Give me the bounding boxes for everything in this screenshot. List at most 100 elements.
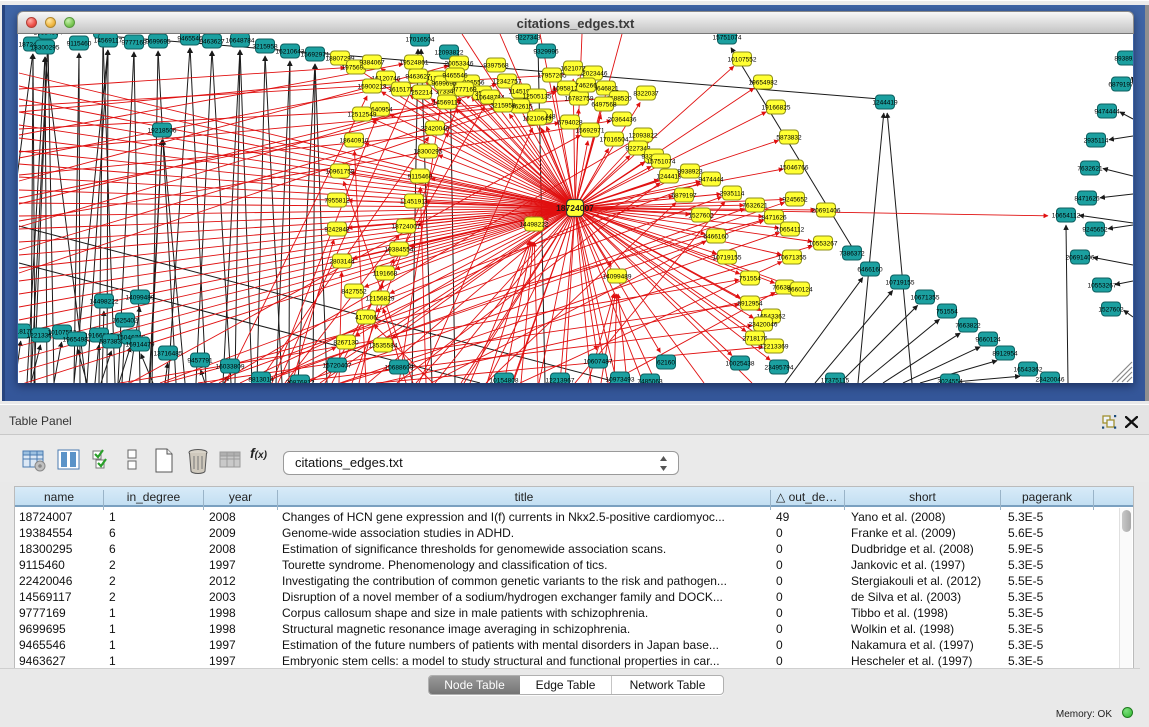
svg-text:6497568: 6497568: [591, 102, 617, 109]
svg-text:9777169: 9777169: [451, 87, 477, 94]
svg-text:20691406: 20691406: [1066, 255, 1095, 262]
svg-text:10671355: 10671355: [778, 255, 807, 262]
svg-text:17016504: 17016504: [406, 37, 435, 44]
svg-text:9474444: 9474444: [1094, 109, 1120, 116]
svg-text:10973493: 10973493: [606, 377, 635, 384]
svg-text:23420046: 23420046: [749, 322, 778, 329]
svg-text:5873832: 5873832: [776, 135, 802, 142]
svg-text:7663822: 7663822: [955, 323, 981, 330]
svg-text:12093822: 12093822: [629, 133, 658, 140]
svg-text:62160: 62160: [657, 360, 675, 367]
svg-text:14569117: 14569117: [433, 100, 462, 107]
svg-text:9227343: 9227343: [515, 35, 541, 42]
svg-text:18300295: 18300295: [31, 45, 60, 52]
svg-text:7955812: 7955812: [324, 198, 350, 205]
svg-text:9242848: 9242848: [324, 227, 350, 234]
svg-text:20364436: 20364436: [608, 117, 637, 124]
svg-text:18724007: 18724007: [556, 203, 594, 213]
svg-text:8813014: 8813014: [248, 377, 274, 384]
svg-text:3215958: 3215958: [490, 103, 516, 110]
svg-text:18724007: 18724007: [392, 224, 421, 231]
svg-text:16210643: 16210643: [523, 116, 552, 123]
svg-text:6794028: 6794028: [557, 120, 583, 127]
svg-text:14099489: 14099489: [603, 274, 632, 281]
svg-text:751554: 751554: [936, 309, 958, 316]
svg-text:19384554: 19384554: [385, 247, 414, 254]
svg-text:7632621: 7632621: [1077, 166, 1103, 173]
svg-text:8938923: 8938923: [1114, 56, 1133, 63]
svg-text:13535584: 13535584: [369, 343, 398, 350]
svg-text:16914479: 16914479: [126, 342, 155, 349]
svg-text:12213369: 12213369: [760, 344, 789, 351]
svg-text:9115460: 9115460: [67, 41, 92, 48]
svg-text:15751074: 15751074: [713, 35, 742, 42]
svg-text:19654982: 19654982: [749, 80, 778, 87]
svg-text:23420046: 23420046: [1036, 377, 1065, 384]
svg-text:2935114: 2935114: [1084, 138, 1109, 145]
svg-text:12156829: 12156829: [366, 296, 395, 303]
svg-text:7625402: 7625402: [112, 318, 138, 325]
svg-text:6879197: 6879197: [671, 193, 697, 200]
svg-text:18300295: 18300295: [414, 149, 443, 156]
svg-text:1244419: 1244419: [872, 100, 898, 107]
svg-text:751554: 751554: [739, 276, 761, 283]
svg-text:10688609: 10688609: [385, 365, 414, 372]
svg-text:10553267: 10553267: [809, 241, 838, 248]
svg-text:10025438: 10025438: [726, 361, 755, 368]
svg-text:3024554: 3024554: [937, 379, 963, 384]
svg-text:13716485: 13716485: [154, 351, 183, 358]
svg-text:10154808: 10154808: [490, 378, 519, 384]
svg-text:417006: 417006: [355, 315, 377, 322]
svg-text:15900213: 15900213: [358, 84, 387, 91]
svg-text:9245652: 9245652: [782, 197, 808, 204]
svg-text:9660124: 9660124: [975, 337, 1001, 344]
svg-text:9245652: 9245652: [1082, 227, 1108, 234]
svg-text:10648784: 10648784: [226, 38, 255, 45]
svg-text:9777169: 9777169: [121, 40, 147, 47]
svg-text:252214: 252214: [411, 90, 433, 97]
svg-text:10107552: 10107552: [728, 57, 757, 64]
svg-text:9463627: 9463627: [405, 74, 431, 81]
svg-text:14498222: 14498222: [90, 299, 119, 306]
svg-text:10719155: 10719155: [886, 280, 915, 287]
svg-text:19384554: 19384554: [34, 34, 63, 37]
svg-text:8471626: 8471626: [1074, 196, 1100, 203]
svg-text:8912954: 8912954: [737, 301, 763, 308]
svg-text:19218506: 19218506: [148, 128, 177, 135]
svg-text:9463627: 9463627: [199, 39, 225, 46]
svg-text:14498222: 14498222: [520, 222, 549, 229]
svg-text:10553267: 10553267: [1088, 283, 1117, 290]
svg-text:9457791: 9457791: [187, 358, 213, 365]
svg-text:22420046: 22420046: [421, 126, 450, 133]
svg-text:1527602: 1527602: [1098, 307, 1124, 314]
svg-text:19166825: 19166825: [762, 105, 791, 112]
svg-text:20876812: 20876812: [286, 380, 315, 384]
svg-text:10607487: 10607487: [584, 359, 613, 366]
svg-text:12512549: 12512549: [348, 112, 377, 119]
svg-text:746266: 746266: [575, 83, 597, 90]
svg-text:10654112: 10654112: [776, 227, 805, 234]
svg-text:12213967: 12213967: [546, 378, 575, 384]
svg-text:6466160: 6466160: [857, 267, 883, 274]
svg-text:16782759: 16782759: [565, 96, 594, 103]
svg-text:1527602: 1527602: [688, 213, 714, 220]
svg-text:20053346: 20053346: [445, 61, 474, 68]
svg-text:17375115: 17375115: [821, 378, 850, 384]
svg-text:6466160: 6466160: [703, 234, 729, 241]
svg-text:9699695: 9699695: [145, 39, 171, 46]
svg-text:15720407: 15720407: [323, 363, 352, 370]
svg-text:7386372: 7386372: [839, 251, 865, 258]
svg-text:2803144: 2803144: [329, 259, 355, 266]
svg-text:8912954: 8912954: [992, 351, 1018, 358]
svg-text:15046766: 15046766: [780, 165, 809, 172]
svg-text:10961758: 10961758: [326, 169, 355, 176]
svg-text:19524861: 19524861: [400, 60, 429, 67]
svg-text:9397568: 9397568: [483, 63, 509, 70]
svg-text:18640910: 18640910: [340, 138, 369, 145]
svg-text:14099489: 14099489: [126, 295, 155, 302]
svg-text:16543362: 16543362: [1014, 367, 1043, 374]
svg-text:8427552: 8427552: [341, 289, 367, 296]
svg-text:1191668: 1191668: [373, 271, 398, 278]
svg-text:11451911: 11451911: [400, 199, 428, 206]
svg-text:8267130: 8267130: [333, 340, 359, 347]
